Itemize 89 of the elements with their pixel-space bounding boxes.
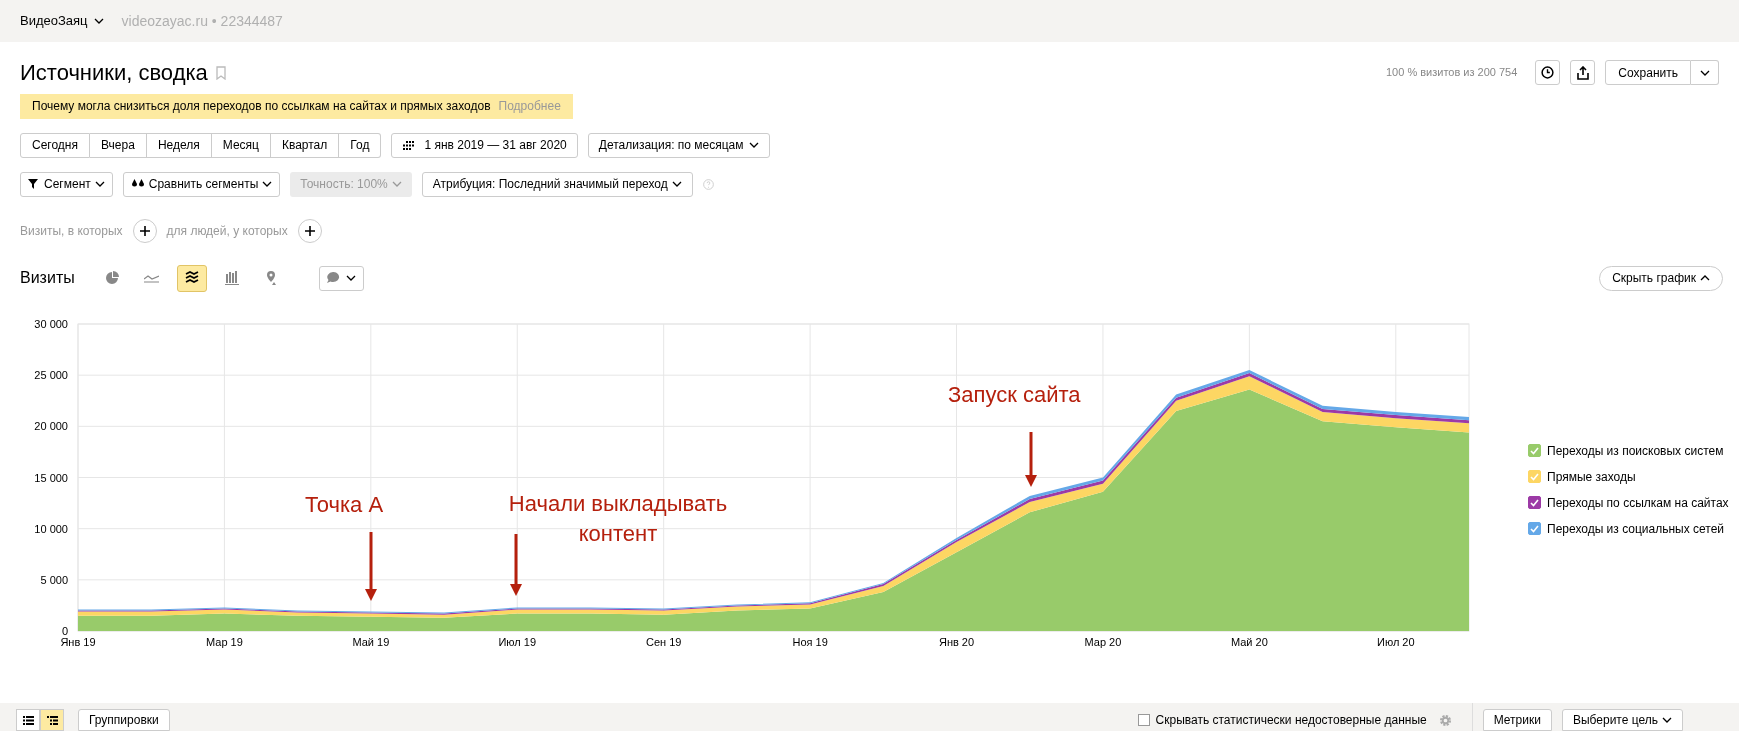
chart-title: Визиты xyxy=(20,268,75,288)
y-axis-label: 0 xyxy=(61,624,68,637)
x-axis-label: Мар 19 xyxy=(206,635,243,648)
y-axis-label: 20 000 xyxy=(34,419,68,432)
period-tab[interactable]: Вчера xyxy=(90,132,147,158)
annotation-text: Точка А xyxy=(305,490,384,519)
chevron-down-icon xyxy=(748,142,759,148)
calendar-icon xyxy=(402,140,415,150)
checkbox[interactable] xyxy=(1137,714,1150,726)
x-axis-label: Май 19 xyxy=(352,635,390,648)
y-axis-label: 10 000 xyxy=(34,522,68,535)
comments-dropdown[interactable] xyxy=(318,265,364,291)
attribution-dropdown[interactable]: Атрибуция: Последний значимый переход xyxy=(421,171,693,197)
x-axis-label: Янв 20 xyxy=(938,635,975,648)
site-counter: videozayac.ru • 22344487 xyxy=(121,11,283,31)
visits-condition-label: Визиты, в которых xyxy=(20,222,123,240)
y-axis-label: 25 000 xyxy=(34,368,68,381)
chevron-down-icon xyxy=(94,181,105,187)
export-button[interactable] xyxy=(1570,60,1596,85)
history-button[interactable] xyxy=(1535,60,1561,85)
people-condition-label: для людей, у которых xyxy=(166,222,288,240)
filter-icon xyxy=(28,179,40,189)
speech-bubble-icon xyxy=(326,272,340,284)
x-axis-label: Май 20 xyxy=(1230,635,1268,648)
detail-dropdown[interactable]: Детализация: по месяцам xyxy=(587,132,770,158)
y-axis-label: 30 000 xyxy=(34,317,68,330)
x-axis-label: Ноя 19 xyxy=(792,635,828,648)
legend-label: Переходы по ссылкам на сайтах xyxy=(1547,494,1729,512)
pie-chart-icon xyxy=(104,271,119,285)
notice-text: Почему могла снизиться доля переходов по ссылкам на сайтах и прямых заходов xyxy=(32,98,491,115)
annotation-arrow xyxy=(365,531,377,601)
annotation-text: Запуск сайта xyxy=(948,380,1081,409)
view-toggle[interactable] xyxy=(16,709,40,731)
legend-checkbox[interactable] xyxy=(1528,522,1541,535)
groupings-button[interactable]: Группировки xyxy=(78,709,170,731)
y-axis-label: 5 000 xyxy=(40,573,68,586)
legend-checkbox[interactable] xyxy=(1528,496,1541,509)
metrics-button[interactable]: Метрики xyxy=(1482,709,1552,731)
annotation-arrow xyxy=(510,533,522,596)
chevron-up-icon xyxy=(1700,275,1710,281)
y-axis-label: 15 000 xyxy=(34,471,68,483)
period-tab[interactable]: Сегодня xyxy=(20,132,90,158)
save-options-button[interactable] xyxy=(1691,60,1719,85)
x-axis-label: Июл 20 xyxy=(1377,635,1415,648)
chevron-down-icon xyxy=(671,181,682,187)
period-tab[interactable]: Год xyxy=(339,132,382,158)
legend-checkbox[interactable] xyxy=(1528,444,1541,457)
legend-label: Переходы из социальных сетей xyxy=(1547,520,1725,538)
x-axis-label: Мар 20 xyxy=(1084,635,1122,648)
plus-icon xyxy=(304,225,315,236)
tree-list-icon xyxy=(46,715,58,725)
period-tab[interactable]: Месяц xyxy=(211,132,271,158)
plus-icon xyxy=(139,225,150,236)
line-chart-icon xyxy=(144,273,160,283)
chevron-down-icon xyxy=(1699,69,1710,76)
annotation-text: Начали выкладывать контент xyxy=(507,489,729,548)
gear-icon[interactable] xyxy=(1438,713,1452,727)
goal-dropdown[interactable]: Выберите цель xyxy=(1561,709,1683,731)
share-icon xyxy=(1576,65,1589,80)
chevron-down-icon xyxy=(391,181,402,187)
x-axis-label: Сен 19 xyxy=(645,635,682,648)
area-chart-icon xyxy=(184,271,199,285)
account-dropdown[interactable]: ВидеоЗаяц xyxy=(20,11,104,31)
compare-segments-dropdown[interactable]: Сравнить сегменты xyxy=(122,171,281,197)
checkbox-label: Скрывать статистически недостоверные данные xyxy=(1155,712,1427,729)
visits-share: 100 % визитов из 200 754 xyxy=(1386,65,1518,81)
clock-icon xyxy=(1541,66,1555,79)
page-title: Источники, сводка xyxy=(20,59,208,87)
legend-label: Прямые заходы xyxy=(1547,468,1636,486)
map-pin-icon xyxy=(264,271,279,285)
view-toggle[interactable] xyxy=(40,709,64,731)
save-button[interactable]: Сохранить xyxy=(1605,60,1691,85)
list-icon xyxy=(22,715,34,725)
bookmark-icon[interactable] xyxy=(215,65,226,80)
chevron-down-icon xyxy=(262,181,273,187)
period-tab[interactable]: Неделя xyxy=(146,132,212,158)
annotation-arrow xyxy=(1025,431,1037,487)
chevron-down-icon xyxy=(93,18,104,24)
chart-type-button[interactable] xyxy=(176,264,207,292)
chevron-down-icon xyxy=(345,275,356,281)
segment-dropdown[interactable]: Сегмент xyxy=(20,171,113,197)
chevron-down-icon xyxy=(1662,717,1672,723)
x-axis-label: Июл 19 xyxy=(498,635,537,648)
drops-icon xyxy=(130,179,145,189)
x-axis-label: Янв 19 xyxy=(60,635,96,648)
period-tab[interactable]: Квартал xyxy=(270,132,340,158)
bar-chart-icon xyxy=(224,271,239,285)
date-range-button[interactable]: 1 янв 2019 — 31 авг 2020 xyxy=(391,132,578,158)
legend-label: Переходы из поисковых систем xyxy=(1547,442,1724,460)
